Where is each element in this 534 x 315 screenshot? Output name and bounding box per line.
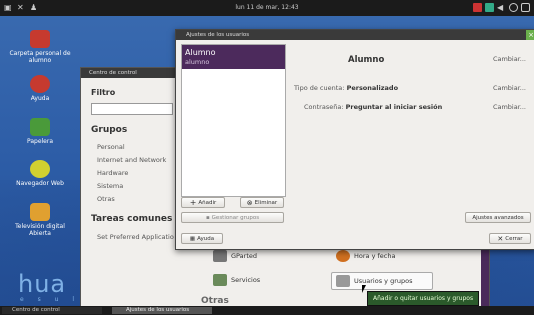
battery-icon[interactable] [485, 3, 494, 12]
password-row: Contraseña: Preguntar al iniciar sesión [304, 103, 442, 111]
power-icon[interactable] [509, 3, 518, 12]
group-personal[interactable]: Personal [97, 143, 125, 151]
volume-icon[interactable]: ◀ [497, 3, 506, 12]
folder-icon [30, 30, 50, 48]
desktop-icon-browser[interactable]: Navegador Web [5, 160, 75, 187]
list-item-user[interactable]: Alumno alumno [182, 45, 285, 69]
disk-icon [213, 250, 227, 262]
password-value: Preguntar al iniciar sesión [345, 103, 443, 111]
groups-heading: Grupos [91, 125, 128, 135]
desktop-icon-label: Navegador Web [16, 180, 64, 187]
account-type-value: Personalizado [346, 84, 399, 92]
delete-user-button[interactable]: ⊗ Eliminar [240, 197, 284, 208]
users-icon [336, 275, 350, 287]
users-settings-dialog: Ajustes de los usuarios × Alumno alumno … [175, 29, 534, 250]
group-sistema[interactable]: Sistema [97, 182, 123, 190]
taskbar-item-users-settings[interactable]: Ajustes de los usuarios [112, 307, 212, 314]
task-set-preferred-apps[interactable]: Set Preferred Applicatio [97, 233, 174, 241]
dialog-title[interactable]: Ajustes de los usuarios [176, 30, 534, 40]
item-label: Usuarios y grupos [354, 277, 413, 285]
close-label: Cerrar [505, 235, 523, 242]
clock-icon [336, 250, 350, 262]
trash-icon [30, 118, 50, 136]
item-usuarios-grupos[interactable]: Usuarios y grupos [331, 272, 434, 290]
item-label: Servicios [231, 276, 261, 284]
network-icon[interactable] [473, 3, 482, 12]
change-name-button[interactable]: Cambiar... [493, 55, 526, 63]
change-account-type-button[interactable]: Cambiar... [493, 84, 526, 92]
taskbar-item-label: Ajustes de los usuarios [126, 307, 190, 313]
add-user-button[interactable]: + Añadir [181, 197, 225, 208]
help-icon [30, 75, 50, 93]
services-icon [213, 274, 227, 286]
taskbar: Centro de control Ajustes de los usuario… [0, 306, 534, 315]
advanced-settings-label: Ajustes avanzados [472, 214, 524, 221]
account-type-row: Tipo de cuenta: Personalizado [294, 84, 398, 92]
desktop-icon-label: Carpeta personal de alumno [9, 50, 71, 64]
user-list[interactable]: Alumno alumno [181, 44, 286, 197]
tasks-heading: Tareas comunes [91, 214, 173, 224]
desktop-icon-help[interactable]: Ayuda [5, 75, 75, 102]
help-label: Ayuda [197, 235, 215, 242]
desktop-icon-trash[interactable]: Papelera [5, 118, 75, 145]
tooltip: Añadir o quitar usuarios y grupos [367, 291, 480, 306]
manage-groups-label: Gestionar grupos [211, 214, 260, 221]
desktop-icon-label: Televisión digital Abierta [15, 223, 65, 237]
settings-icon[interactable] [521, 3, 530, 12]
group-otras[interactable]: Otras [97, 195, 115, 203]
desktop-icon-home[interactable]: Carpeta personal de alumno [5, 30, 75, 64]
password-label: Contraseña: [304, 103, 344, 111]
filter-label: Filtro [91, 88, 116, 97]
item-hora-fecha[interactable]: Hora y fecha [336, 250, 395, 262]
desktop-icon-tv[interactable]: Televisión digital Abierta [5, 203, 75, 237]
taskbar-item-control-center[interactable]: Centro de control [2, 307, 102, 314]
item-gparted[interactable]: GParted [213, 250, 257, 262]
item-label: Hora y fecha [354, 252, 396, 260]
advanced-settings-button[interactable]: Ajustes avanzados [465, 212, 531, 223]
help-icon: ▦ [189, 235, 196, 242]
close-button[interactable]: ✕ Cerrar [489, 233, 531, 244]
item-label: GParted [231, 252, 257, 260]
account-type-label: Tipo de cuenta: [294, 84, 345, 92]
close-icon[interactable]: × [526, 30, 534, 40]
desktop-icon-label: Ayuda [30, 95, 50, 102]
plus-icon: + [189, 198, 197, 207]
taskbar-item-label: Centro de control [12, 307, 60, 313]
help-button[interactable]: ▦ Ayuda [181, 233, 223, 244]
distro-logo: hua [18, 270, 67, 298]
top-panel: ▣ ✕ ♟ lun 11 de mar, 12:43 ◀ [0, 0, 534, 16]
group-hardware[interactable]: Hardware [97, 169, 128, 177]
groups-icon: ▪ [205, 214, 210, 221]
desktop-icon-label: Papelera [26, 138, 54, 145]
item-servicios[interactable]: Servicios [213, 274, 260, 286]
change-password-button[interactable]: Cambiar... [493, 103, 526, 111]
close-x-icon: ✕ [497, 234, 504, 243]
delete-user-label: Eliminar [254, 199, 278, 206]
filter-input[interactable] [91, 103, 173, 115]
group-internet[interactable]: Internet and Network [97, 156, 166, 164]
delete-icon: ⊗ [246, 198, 253, 207]
tv-icon [30, 203, 50, 221]
user-name: Alumno [185, 48, 216, 57]
manage-groups-button[interactable]: ▪ Gestionar grupos [181, 212, 284, 223]
selected-user-name: Alumno [348, 55, 385, 65]
otras-section-heading: Otras [201, 296, 229, 306]
user-login: alumno [185, 58, 210, 66]
browser-icon [30, 160, 50, 178]
add-user-label: Añadir [198, 199, 217, 206]
clock[interactable]: lun 11 de mar, 12:43 [0, 4, 534, 11]
